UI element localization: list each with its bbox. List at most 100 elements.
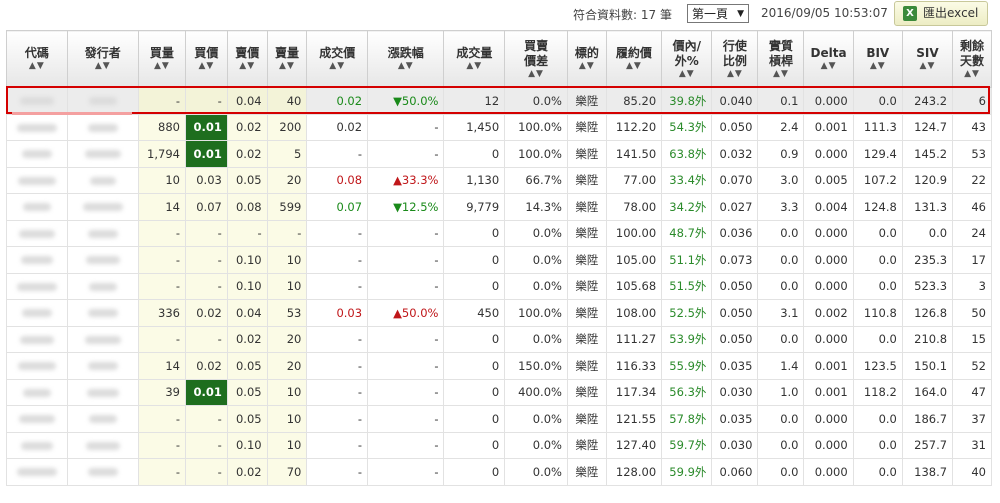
cell-vol: 0 <box>443 140 506 168</box>
sort-arrows-icon[interactable]: ▲▼ <box>712 69 757 80</box>
column-header-bid[interactable]: 買價 ▲▼ <box>184 30 228 88</box>
sort-arrows-icon[interactable]: ▲▼ <box>953 69 991 80</box>
table-row[interactable]: - -0.04 40 0.02 ▼50.0% 12 0.0% 樂陞 85.20 39.8外 0.04… <box>6 87 992 115</box>
cell-issuer-redacted[interactable] <box>66 458 139 486</box>
column-header-ask_qty[interactable]: 賣量 ▲▼ <box>266 30 308 88</box>
table-row[interactable]: 1,794 0.01 0.02 5- -0 100.0% 樂陞 141.50 63.8外 0.03… <box>6 140 992 168</box>
cell-ask_qty: 10 <box>266 405 308 433</box>
cell-issuer-redacted[interactable] <box>66 352 139 380</box>
cell-issuer-redacted[interactable] <box>66 299 139 327</box>
sort-arrows-icon[interactable]: ▲▼ <box>758 69 803 80</box>
table-row[interactable]: - -0.10 10- -0 0.0% 樂陞 127.40 59.7外 0.030 0.0 0.00… <box>6 431 992 459</box>
sort-arrows-icon[interactable]: ▲▼ <box>228 61 267 72</box>
cell-lev: 3.3 <box>757 193 805 221</box>
sort-arrows-icon[interactable]: ▲▼ <box>68 61 138 72</box>
cell-issuer-redacted[interactable] <box>66 246 139 274</box>
column-header-vol[interactable]: 成交量 ▲▼ <box>443 30 506 88</box>
cell-ask: 0.02 <box>226 458 268 486</box>
table-row[interactable]: 10 0.03 0.05 20 0.08 ▲33.3% 1,130 66.7% 樂陞 77.00 3… <box>6 166 992 194</box>
sort-arrows-icon[interactable]: ▲▼ <box>139 61 185 72</box>
table-row[interactable]: - -0.05 10- -0 0.0% 樂陞 121.55 57.8外 0.035 0.0 0.00… <box>6 405 992 433</box>
cell-issuer-redacted[interactable] <box>66 431 139 459</box>
cell-ask: 0.10 <box>226 246 268 274</box>
column-header-ratio[interactable]: 行使 比例 ▲▼ <box>711 30 759 88</box>
sort-arrows-icon[interactable]: ▲▼ <box>662 69 711 80</box>
export-excel-button[interactable]: X 匯出excel <box>894 1 988 26</box>
cell-last: - <box>306 219 369 247</box>
table-row[interactable]: 880 0.01 0.02 200 0.02-1,450 100.0% 樂陞 112.20 54… <box>6 113 992 141</box>
cell-code-redacted[interactable] <box>6 166 68 194</box>
cell-days: 31 <box>952 431 992 459</box>
sort-arrows-icon[interactable]: ▲▼ <box>7 61 67 72</box>
table-row[interactable]: 14 0.07 0.08 599 0.07 ▼12.5% 9,779 14.3% 樂陞 78.00… <box>6 193 992 221</box>
column-header-ask[interactable]: 賣價 ▲▼ <box>226 30 268 88</box>
cell-issuer-redacted[interactable] <box>66 219 139 247</box>
sort-arrows-icon[interactable]: ▲▼ <box>368 61 443 72</box>
column-header-spread[interactable]: 買賣 價差 ▲▼ <box>504 30 568 88</box>
sort-arrows-icon[interactable]: ▲▼ <box>186 61 227 72</box>
table-row[interactable]: - -0.02 20- -0 0.0% 樂陞 111.27 53.9外 0.050 0.0 0.00… <box>6 325 992 353</box>
column-header-delta[interactable]: Delta ▲▼ <box>803 30 854 88</box>
cell-issuer-redacted[interactable] <box>66 272 139 300</box>
cell-code-redacted[interactable] <box>6 193 68 221</box>
column-header-lev[interactable]: 實質 槓桿 ▲▼ <box>757 30 805 88</box>
sort-arrows-icon[interactable]: ▲▼ <box>607 61 661 72</box>
column-header-underlying[interactable]: 標的 ▲▼ <box>566 30 607 88</box>
cell-code-redacted[interactable] <box>6 87 68 115</box>
page-select[interactable]: 第一頁 ▼ <box>687 4 749 23</box>
cell-issuer-redacted[interactable] <box>66 140 139 168</box>
cell-code-redacted[interactable] <box>6 431 68 459</box>
cell-code-redacted[interactable] <box>6 113 68 141</box>
page-select-value: 第一頁 <box>692 7 729 21</box>
column-header-issuer[interactable]: 發行者 ▲▼ <box>66 30 139 88</box>
cell-code-redacted[interactable] <box>6 140 68 168</box>
cell-code-redacted[interactable] <box>6 246 68 274</box>
cell-code-redacted[interactable] <box>6 405 68 433</box>
cell-code-redacted[interactable] <box>6 272 68 300</box>
table-row[interactable]: - -0.02 70- -0 0.0% 樂陞 128.00 59.9外 0.060 0.0 0.00… <box>6 458 992 486</box>
cell-issuer-redacted[interactable] <box>66 166 139 194</box>
column-header-moneyness[interactable]: 價內/外% ▲▼ <box>661 30 713 88</box>
table-row[interactable]: 39 0.01 0.05 10- -0 400.0% 樂陞 117.34 56.3外 0.030 1… <box>6 378 992 406</box>
cell-code-redacted[interactable] <box>6 458 68 486</box>
sort-arrows-icon[interactable]: ▲▼ <box>804 61 852 72</box>
sort-arrows-icon[interactable]: ▲▼ <box>307 61 367 72</box>
column-header-days[interactable]: 剩餘 天數 ▲▼ <box>952 30 992 88</box>
table-row[interactable]: - - - - - -0 0.0% 樂陞 100.00 48.7外 0.036 0.0 0.000 0.0… <box>6 219 992 247</box>
column-header-label: 賣量 <box>274 46 299 60</box>
sort-arrows-icon[interactable]: ▲▼ <box>568 61 606 72</box>
cell-code-redacted[interactable] <box>6 378 68 406</box>
cell-strike: 141.50 <box>605 140 663 168</box>
cell-moneyness: 51.1外 <box>661 246 713 274</box>
column-header-strike[interactable]: 履約價 ▲▼ <box>605 30 663 88</box>
cell-code-redacted[interactable] <box>6 219 68 247</box>
table-row[interactable]: 14 0.02 0.05 20- -0 150.0% 樂陞 116.33 55.9外 0.035 1… <box>6 352 992 380</box>
sort-arrows-icon[interactable]: ▲▼ <box>444 61 504 72</box>
sort-arrows-icon[interactable]: ▲▼ <box>268 61 307 72</box>
table-row[interactable]: - -0.10 10- -0 0.0% 樂陞 105.00 51.1外 0.073 0.0 0.00… <box>6 246 992 274</box>
column-header-siv[interactable]: SIV ▲▼ <box>901 30 954 88</box>
cell-code-redacted[interactable] <box>6 299 68 327</box>
cell-issuer-redacted[interactable] <box>66 193 139 221</box>
table-body: - -0.04 40 0.02 ▼50.0% 12 0.0% 樂陞 85.20 39.8外 0.04… <box>6 87 992 486</box>
table-row[interactable]: - -0.10 10- -0 0.0% 樂陞 105.68 51.5外 0.050 0.0 0.00… <box>6 272 992 300</box>
table-row[interactable]: 336 0.02 0.04 53 0.03 ▲50.0% 450 100.0% 樂陞 108.00… <box>6 299 992 327</box>
cell-code-redacted[interactable] <box>6 325 68 353</box>
column-header-chg[interactable]: 漲跌幅 ▲▼ <box>367 30 445 88</box>
sort-arrows-icon[interactable]: ▲▼ <box>505 69 567 80</box>
column-header-last[interactable]: 成交價 ▲▼ <box>306 30 369 88</box>
cell-code-redacted[interactable] <box>6 352 68 380</box>
cell-issuer-redacted[interactable] <box>66 87 139 115</box>
column-header-code[interactable]: 代碼 ▲▼ <box>6 30 68 88</box>
redacted-text <box>16 468 57 477</box>
column-header-bid_qty[interactable]: 買量 ▲▼ <box>137 30 186 88</box>
sort-arrows-icon[interactable]: ▲▼ <box>903 61 952 72</box>
cell-issuer-redacted[interactable] <box>66 325 139 353</box>
column-header-biv[interactable]: BIV ▲▼ <box>852 30 903 88</box>
cell-issuer-redacted[interactable] <box>66 405 139 433</box>
cell-issuer-redacted[interactable] <box>66 113 139 141</box>
cell-delta: 0.001 <box>803 378 854 406</box>
cell-issuer-redacted[interactable] <box>66 378 139 406</box>
sort-arrows-icon[interactable]: ▲▼ <box>854 61 902 72</box>
redacted-text <box>16 123 57 132</box>
